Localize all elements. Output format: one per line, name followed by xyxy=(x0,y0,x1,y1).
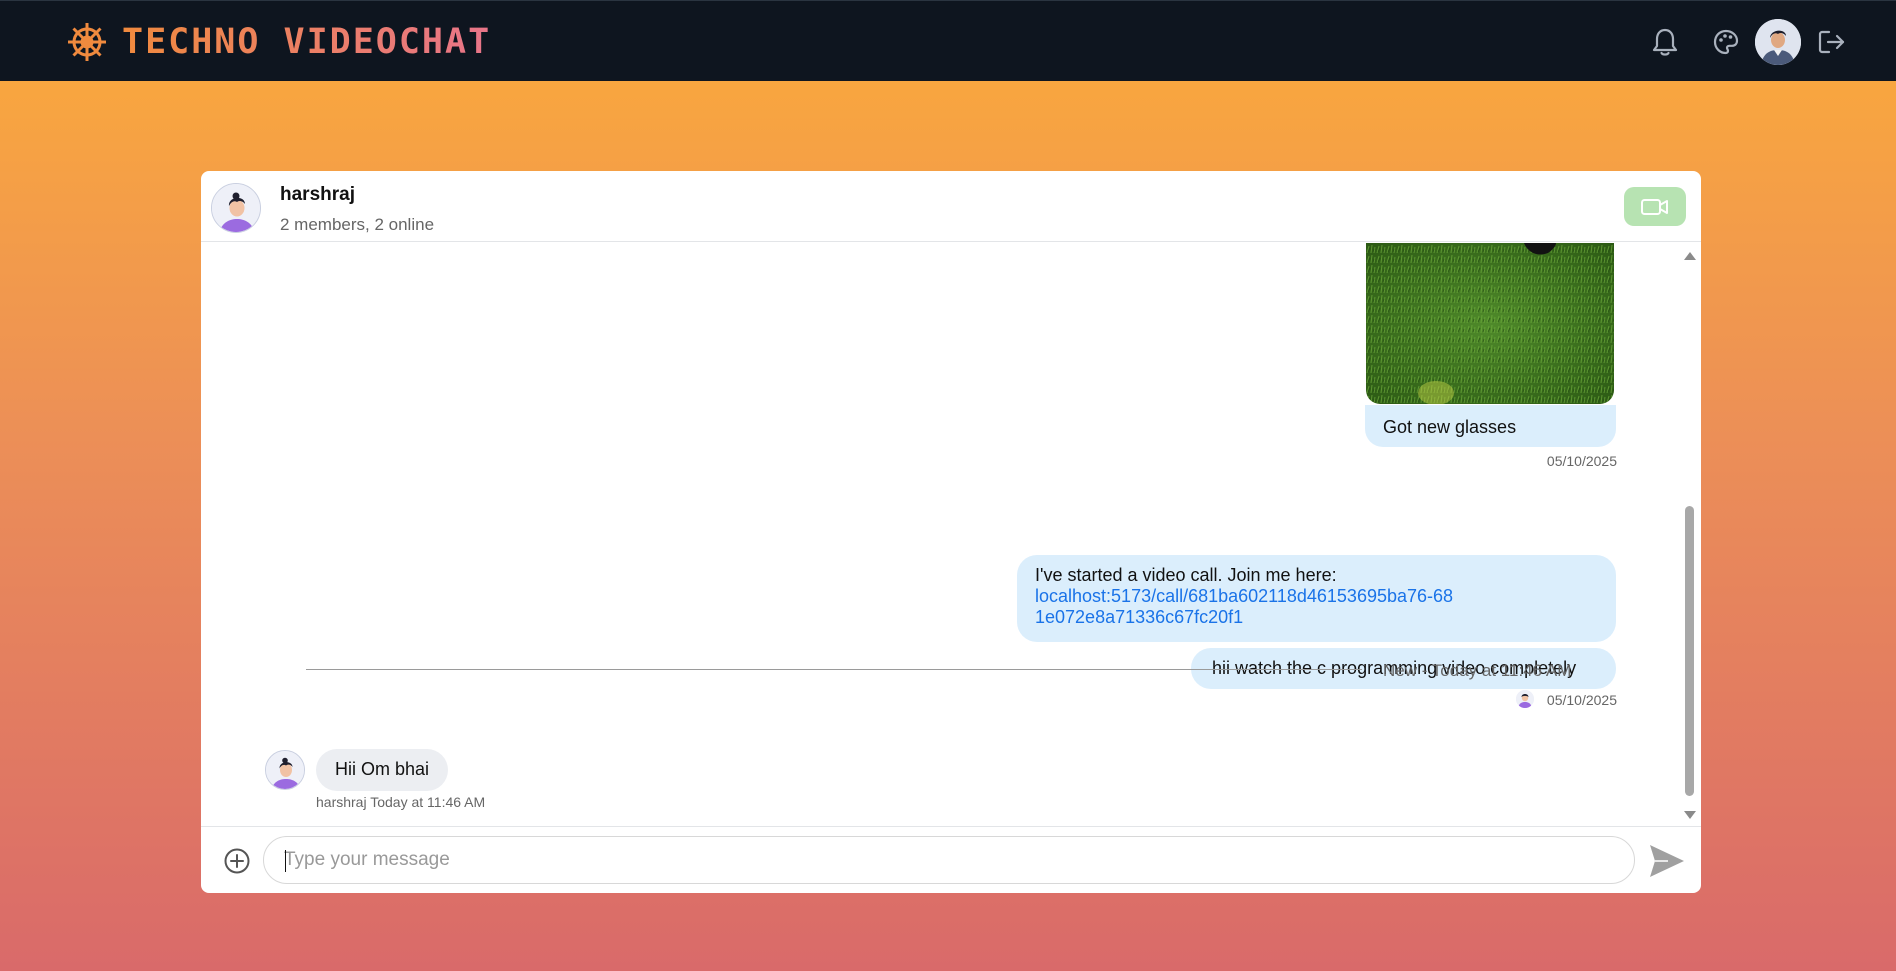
image-attachment[interactable] xyxy=(1366,243,1614,404)
video-call-link[interactable]: localhost:5173/call/681ba602118d46153695… xyxy=(1035,586,1455,628)
avatar xyxy=(212,184,260,232)
video-call-message: I've started a video call. Join me here:… xyxy=(1017,555,1616,642)
theme-button[interactable] xyxy=(1707,23,1745,61)
profile-avatar[interactable] xyxy=(1755,19,1801,65)
new-messages-divider xyxy=(306,669,1362,670)
notifications-button[interactable] xyxy=(1646,23,1684,61)
sender-name: harshraj xyxy=(316,794,367,810)
logout-button[interactable] xyxy=(1813,23,1851,61)
bell-icon xyxy=(1652,28,1678,56)
message-input[interactable] xyxy=(263,836,1635,884)
palette-icon xyxy=(1713,29,1739,55)
start-video-call-button[interactable] xyxy=(1624,187,1686,226)
sender-avatar[interactable] xyxy=(265,750,305,790)
send-button[interactable] xyxy=(1648,843,1686,879)
avatar xyxy=(1755,19,1801,65)
video-camera-icon xyxy=(1641,198,1668,215)
plus-circle-icon xyxy=(224,848,250,874)
read-receipt-avatar xyxy=(1516,690,1534,708)
message-composer xyxy=(201,826,1701,893)
incoming-message: Hii Om bhai xyxy=(316,749,449,791)
new-messages-label: New - Today at 11:46 AM xyxy=(1383,661,1572,680)
message-list[interactable]: Got new glasses 05/10/2025 I've started … xyxy=(201,243,1701,825)
top-nav-bar: TECHNO VIDEOCHAT xyxy=(0,0,1896,81)
chat-window: harshraj 2 members, 2 online Got new gla… xyxy=(201,171,1701,893)
brand[interactable]: TECHNO VIDEOCHAT xyxy=(66,20,491,64)
message-time: Today at 11:46 AM xyxy=(370,794,486,810)
attach-button[interactable] xyxy=(223,847,251,875)
incoming-message-meta: harshraj Today at 11:46 AM xyxy=(316,794,485,810)
message-scrollbar[interactable] xyxy=(1682,243,1696,825)
avatar xyxy=(1516,690,1534,708)
scroll-thumb[interactable] xyxy=(1685,506,1694,796)
app-title: TECHNO VIDEOCHAT xyxy=(122,22,492,62)
scroll-up-arrow-icon[interactable] xyxy=(1684,252,1696,260)
video-call-text: I've started a video call. Join me here: xyxy=(1035,565,1337,585)
grass-photo xyxy=(1366,243,1614,404)
chat-title: harshraj xyxy=(280,184,355,205)
message-date: 05/10/2025 xyxy=(1546,692,1617,708)
chat-avatar[interactable] xyxy=(211,183,261,233)
chat-member-status: 2 members, 2 online xyxy=(280,215,435,234)
avatar xyxy=(266,751,304,789)
image-caption: Got new glasses xyxy=(1365,405,1616,447)
logout-icon xyxy=(1818,30,1845,54)
send-icon xyxy=(1650,845,1684,877)
message-date: 05/10/2025 xyxy=(1546,453,1617,469)
chat-header: harshraj 2 members, 2 online xyxy=(201,171,1701,242)
text-cursor xyxy=(285,850,286,872)
ship-wheel-icon xyxy=(68,23,106,61)
scroll-down-arrow-icon[interactable] xyxy=(1684,811,1696,819)
